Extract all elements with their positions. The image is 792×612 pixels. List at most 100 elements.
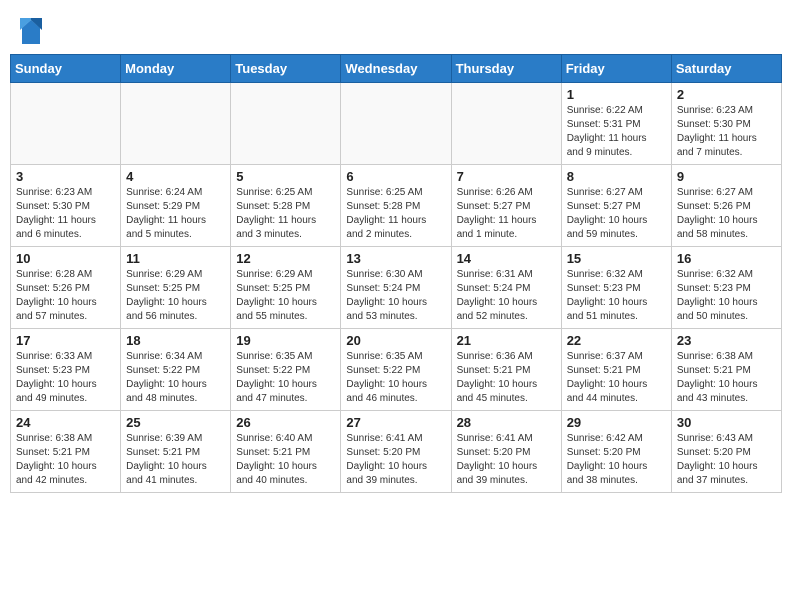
day-number: 27	[346, 415, 445, 430]
day-info: Sunrise: 6:33 AM Sunset: 5:23 PM Dayligh…	[16, 350, 115, 406]
calendar-week-0: 1Sunrise: 6:22 AM Sunset: 5:31 PM Daylig…	[11, 83, 782, 165]
calendar-cell: 3 Sunrise: 6:23 AM Sunset: 5:30 PM Daylig…	[11, 165, 121, 247]
calendar-cell	[11, 83, 121, 165]
calendar-cell: 23 Sunrise: 6:38 AM Sunset: 5:21 PM Dayli…	[671, 329, 781, 411]
calendar-week-3: 17 Sunrise: 6:33 AM Sunset: 5:23 PM Dayli…	[11, 329, 782, 411]
day-info: Sunrise: 6:42 AM Sunset: 5:20 PM Dayligh…	[567, 432, 666, 488]
calendar-wrapper: SundayMondayTuesdayWednesdayThursdayFrid…	[0, 54, 792, 503]
calendar-cell	[341, 83, 451, 165]
day-number: 19	[236, 333, 335, 348]
calendar-week-2: 10 Sunrise: 6:28 AM Sunset: 5:26 PM Dayli…	[11, 247, 782, 329]
calendar-cell: 22 Sunrise: 6:37 AM Sunset: 5:21 PM Dayli…	[561, 329, 671, 411]
logo	[20, 18, 46, 46]
day-info: Sunrise: 6:41 AM Sunset: 5:20 PM Dayligh…	[346, 432, 445, 488]
calendar-cell: 25 Sunrise: 6:39 AM Sunset: 5:21 PM Dayli…	[121, 411, 231, 493]
day-info: Sunrise: 6:31 AM Sunset: 5:24 PM Dayligh…	[457, 268, 556, 324]
day-info: Sunrise: 6:39 AM Sunset: 5:21 PM Dayligh…	[126, 432, 225, 488]
day-info: Sunrise: 6:40 AM Sunset: 5:21 PM Dayligh…	[236, 432, 335, 488]
day-info: Sunrise: 6:25 AM Sunset: 5:28 PM Dayligh…	[346, 186, 445, 242]
day-number: 9	[677, 169, 776, 184]
day-info: Sunrise: 6:36 AM Sunset: 5:21 PM Dayligh…	[457, 350, 556, 406]
calendar-cell: 20Sunrise: 6:35 AM Sunset: 5:22 PM Dayli…	[341, 329, 451, 411]
day-number: 21	[457, 333, 556, 348]
day-number: 5	[236, 169, 335, 184]
weekday-header-wednesday: Wednesday	[341, 55, 451, 83]
day-info: Sunrise: 6:24 AM Sunset: 5:29 PM Dayligh…	[126, 186, 225, 242]
day-number: 22	[567, 333, 666, 348]
day-number: 17	[16, 333, 115, 348]
calendar-cell: 9 Sunrise: 6:27 AM Sunset: 5:26 PM Daylig…	[671, 165, 781, 247]
logo-icon	[20, 18, 42, 46]
calendar-body: 1Sunrise: 6:22 AM Sunset: 5:31 PM Daylig…	[11, 83, 782, 493]
calendar-cell	[451, 83, 561, 165]
calendar-cell: 16Sunrise: 6:32 AM Sunset: 5:23 PM Dayli…	[671, 247, 781, 329]
day-info: Sunrise: 6:23 AM Sunset: 5:30 PM Dayligh…	[16, 186, 115, 242]
day-number: 6	[346, 169, 445, 184]
weekday-header-sunday: Sunday	[11, 55, 121, 83]
day-info: Sunrise: 6:28 AM Sunset: 5:26 PM Dayligh…	[16, 268, 115, 324]
day-number: 24	[16, 415, 115, 430]
day-info: Sunrise: 6:29 AM Sunset: 5:25 PM Dayligh…	[236, 268, 335, 324]
day-number: 2	[677, 87, 776, 102]
day-info: Sunrise: 6:38 AM Sunset: 5:21 PM Dayligh…	[677, 350, 776, 406]
day-number: 28	[457, 415, 556, 430]
day-info: Sunrise: 6:34 AM Sunset: 5:22 PM Dayligh…	[126, 350, 225, 406]
calendar-week-1: 3 Sunrise: 6:23 AM Sunset: 5:30 PM Daylig…	[11, 165, 782, 247]
calendar-cell: 11Sunrise: 6:29 AM Sunset: 5:25 PM Dayli…	[121, 247, 231, 329]
day-info: Sunrise: 6:27 AM Sunset: 5:27 PM Dayligh…	[567, 186, 666, 242]
calendar-cell: 14 Sunrise: 6:31 AM Sunset: 5:24 PM Dayli…	[451, 247, 561, 329]
day-number: 4	[126, 169, 225, 184]
day-number: 11	[126, 251, 225, 266]
day-number: 1	[567, 87, 666, 102]
calendar-cell	[231, 83, 341, 165]
calendar-cell: 29 Sunrise: 6:42 AM Sunset: 5:20 PM Dayli…	[561, 411, 671, 493]
weekday-header-row: SundayMondayTuesdayWednesdayThursdayFrid…	[11, 55, 782, 83]
calendar-cell: 19 Sunrise: 6:35 AM Sunset: 5:22 PM Dayli…	[231, 329, 341, 411]
day-info: Sunrise: 6:27 AM Sunset: 5:26 PM Dayligh…	[677, 186, 776, 242]
calendar-cell: 21 Sunrise: 6:36 AM Sunset: 5:21 PM Dayli…	[451, 329, 561, 411]
weekday-header-thursday: Thursday	[451, 55, 561, 83]
day-number: 29	[567, 415, 666, 430]
day-info: Sunrise: 6:35 AM Sunset: 5:22 PM Dayligh…	[346, 350, 445, 406]
calendar-cell: 13Sunrise: 6:30 AM Sunset: 5:24 PM Dayli…	[341, 247, 451, 329]
calendar-table: SundayMondayTuesdayWednesdayThursdayFrid…	[10, 54, 782, 493]
day-info: Sunrise: 6:37 AM Sunset: 5:21 PM Dayligh…	[567, 350, 666, 406]
weekday-header-saturday: Saturday	[671, 55, 781, 83]
day-info: Sunrise: 6:30 AM Sunset: 5:24 PM Dayligh…	[346, 268, 445, 324]
weekday-header-monday: Monday	[121, 55, 231, 83]
calendar-cell	[121, 83, 231, 165]
day-number: 3	[16, 169, 115, 184]
calendar-cell: 15Sunrise: 6:32 AM Sunset: 5:23 PM Dayli…	[561, 247, 671, 329]
day-number: 10	[16, 251, 115, 266]
calendar-cell: 26 Sunrise: 6:40 AM Sunset: 5:21 PM Dayli…	[231, 411, 341, 493]
calendar-cell: 10 Sunrise: 6:28 AM Sunset: 5:26 PM Dayli…	[11, 247, 121, 329]
calendar-cell: 6 Sunrise: 6:25 AM Sunset: 5:28 PM Daylig…	[341, 165, 451, 247]
day-number: 7	[457, 169, 556, 184]
day-number: 14	[457, 251, 556, 266]
page-header	[0, 0, 792, 54]
day-info: Sunrise: 6:41 AM Sunset: 5:20 PM Dayligh…	[457, 432, 556, 488]
day-number: 12	[236, 251, 335, 266]
day-info: Sunrise: 6:26 AM Sunset: 5:27 PM Dayligh…	[457, 186, 556, 242]
weekday-header-tuesday: Tuesday	[231, 55, 341, 83]
day-info: Sunrise: 6:32 AM Sunset: 5:23 PM Dayligh…	[567, 268, 666, 324]
day-number: 25	[126, 415, 225, 430]
calendar-header: SundayMondayTuesdayWednesdayThursdayFrid…	[11, 55, 782, 83]
day-info: Sunrise: 6:38 AM Sunset: 5:21 PM Dayligh…	[16, 432, 115, 488]
calendar-cell: 24 Sunrise: 6:38 AM Sunset: 5:21 PM Dayli…	[11, 411, 121, 493]
day-info: Sunrise: 6:23 AM Sunset: 5:30 PM Dayligh…	[677, 104, 776, 160]
calendar-cell: 28 Sunrise: 6:41 AM Sunset: 5:20 PM Dayli…	[451, 411, 561, 493]
day-info: Sunrise: 6:25 AM Sunset: 5:28 PM Dayligh…	[236, 186, 335, 242]
day-number: 30	[677, 415, 776, 430]
day-number: 8	[567, 169, 666, 184]
day-info: Sunrise: 6:43 AM Sunset: 5:20 PM Dayligh…	[677, 432, 776, 488]
day-number: 26	[236, 415, 335, 430]
calendar-cell: 30 Sunrise: 6:43 AM Sunset: 5:20 PM Dayli…	[671, 411, 781, 493]
calendar-cell: 1Sunrise: 6:22 AM Sunset: 5:31 PM Daylig…	[561, 83, 671, 165]
day-number: 18	[126, 333, 225, 348]
day-info: Sunrise: 6:35 AM Sunset: 5:22 PM Dayligh…	[236, 350, 335, 406]
calendar-cell: 2 Sunrise: 6:23 AM Sunset: 5:30 PM Daylig…	[671, 83, 781, 165]
day-number: 23	[677, 333, 776, 348]
calendar-cell: 7 Sunrise: 6:26 AM Sunset: 5:27 PM Daylig…	[451, 165, 561, 247]
calendar-cell: 17 Sunrise: 6:33 AM Sunset: 5:23 PM Dayli…	[11, 329, 121, 411]
